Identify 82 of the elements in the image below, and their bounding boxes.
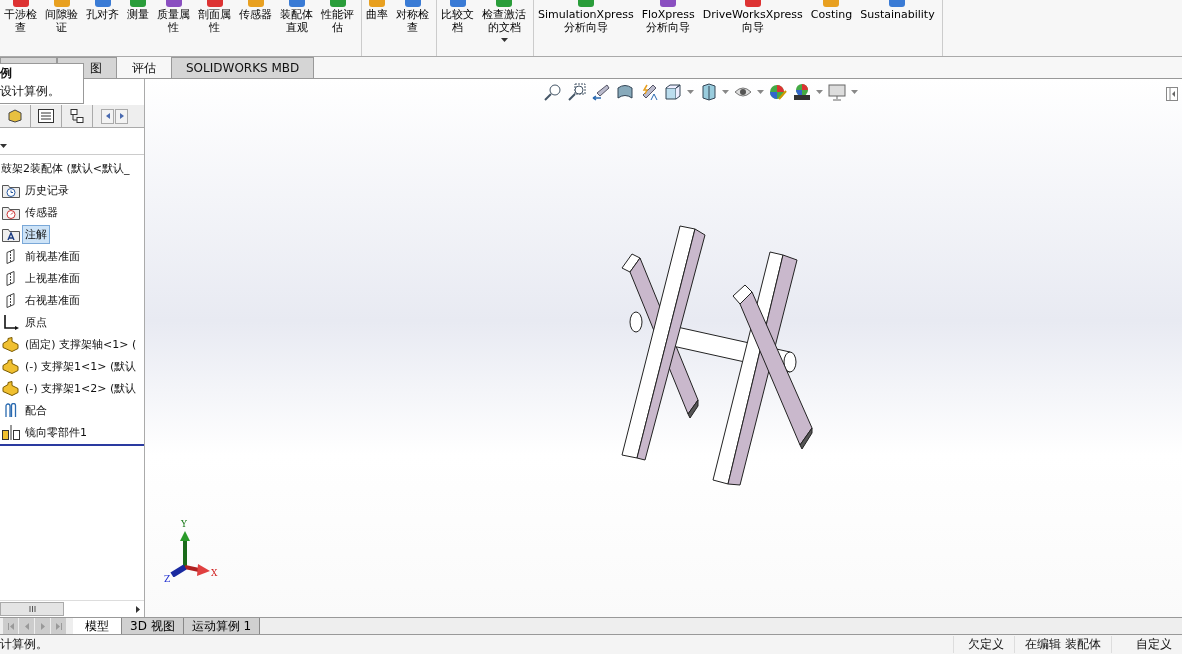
dropdown-arrow-icon[interactable] bbox=[687, 90, 694, 94]
ribbon-button[interactable]: Costing bbox=[806, 0, 857, 56]
section-view-icon[interactable] bbox=[615, 83, 635, 101]
part-icon bbox=[2, 336, 19, 352]
status-field: 自定义 bbox=[1111, 636, 1182, 653]
tree-item[interactable]: 传感器 bbox=[22, 202, 61, 222]
ribbon-button[interactable]: 装配体 直观 bbox=[276, 0, 317, 56]
model-tab[interactable]: 运动算例 1 bbox=[183, 618, 261, 634]
ribbon-button[interactable]: 对称检 查 bbox=[392, 0, 433, 56]
tree-item[interactable]: (-) 支撑架1<1> (默认 bbox=[22, 356, 140, 376]
monitor-icon[interactable] bbox=[827, 83, 847, 101]
scrollbar-thumb[interactable] bbox=[0, 602, 64, 616]
dropdown-arrow-icon[interactable] bbox=[757, 90, 764, 94]
dropdown-arrow-icon[interactable] bbox=[851, 90, 858, 94]
zoom-area-icon[interactable] bbox=[567, 83, 587, 101]
panel-toggle-icon[interactable] bbox=[1166, 87, 1178, 101]
left-arrow-icon bbox=[24, 622, 29, 630]
ribbon-tab[interactable]: SOLIDWORKS MBD bbox=[171, 57, 315, 78]
configuration-icon bbox=[70, 109, 84, 123]
z-axis-label: Z bbox=[164, 574, 171, 584]
ribbon-button[interactable]: 间隙验 证 bbox=[41, 0, 82, 56]
tree-item[interactable]: 历史记录 bbox=[22, 180, 72, 200]
ribbon-button[interactable]: 剖面属 性 bbox=[194, 0, 235, 56]
dropdown-arrow-icon[interactable] bbox=[722, 90, 729, 94]
tooltip-title: 例 bbox=[0, 65, 12, 82]
status-field: 在编辑 装配体 bbox=[1014, 636, 1111, 653]
ribbon-button[interactable]: 传感器 bbox=[235, 0, 276, 56]
ribbon-button[interactable]: SimulationXpress 分析向导 bbox=[534, 0, 638, 56]
tree-item[interactable]: 右视基准面 bbox=[22, 290, 83, 310]
right-arrow-icon bbox=[40, 622, 45, 630]
ribbon-button[interactable]: DriveWorksXpress 向导 bbox=[698, 0, 807, 56]
tree-item[interactable]: 注解 bbox=[22, 224, 50, 244]
tree-item[interactable]: (固定) 支撑架轴<1> ( bbox=[22, 334, 140, 354]
previous-view-icon[interactable] bbox=[591, 83, 611, 101]
tree-item[interactable]: 前视基准面 bbox=[22, 246, 83, 266]
scroll-right-button[interactable] bbox=[115, 108, 128, 124]
right-arrow-icon bbox=[119, 113, 124, 119]
ribbon-button[interactable]: 孔对齐 bbox=[82, 0, 123, 56]
first-arrow-icon bbox=[7, 622, 14, 630]
dropdown-arrow-icon[interactable] bbox=[816, 90, 823, 94]
right-arrow-icon[interactable] bbox=[136, 605, 140, 613]
part-icon bbox=[2, 358, 19, 374]
ribbon-button[interactable]: Sustainability bbox=[856, 0, 939, 56]
assembly-name[interactable]: 鼓架2装配体 (默认<默认_ bbox=[0, 159, 144, 179]
model-tab[interactable]: 模型 bbox=[73, 618, 122, 634]
plane-icon bbox=[6, 292, 15, 308]
status-field: 欠定义 bbox=[953, 636, 1015, 653]
tree-item[interactable]: 配合 bbox=[22, 400, 50, 420]
ribbon-button[interactable]: 干涉检 查 bbox=[0, 0, 41, 56]
ribbon-button[interactable]: FloXpress 分析向导 bbox=[637, 0, 699, 56]
left-arrow-icon bbox=[105, 113, 110, 119]
ribbon-button[interactable]: 检查激活 的文档 bbox=[478, 0, 530, 56]
tree-item[interactable]: 上视基准面 bbox=[22, 268, 83, 288]
grip-icon bbox=[28, 606, 36, 612]
scene-icon[interactable] bbox=[792, 83, 812, 101]
paperclip-icon bbox=[4, 402, 17, 418]
origin-icon bbox=[2, 314, 19, 330]
annotation-folder-icon bbox=[1, 226, 20, 242]
tooltip-text: 设计算例。 bbox=[0, 83, 60, 100]
x-axis-label: X bbox=[211, 568, 218, 578]
last-arrow-icon bbox=[55, 622, 62, 630]
scroll-left-button[interactable] bbox=[101, 108, 114, 124]
zoom-to-fit-icon[interactable] bbox=[543, 83, 563, 101]
ribbon-button[interactable]: 比较文 档 bbox=[437, 0, 478, 56]
tree-item[interactable]: 原点 bbox=[22, 312, 50, 332]
ribbon-button[interactable]: 性能评 估 bbox=[317, 0, 358, 56]
ribbon-button[interactable]: 曲率 bbox=[362, 0, 392, 56]
plane-icon bbox=[6, 248, 15, 264]
caret-icon bbox=[0, 144, 7, 148]
appearance-icon[interactable] bbox=[768, 83, 788, 101]
model-tab[interactable]: 3D 视图 bbox=[122, 618, 184, 634]
list-icon bbox=[38, 109, 54, 123]
view-orientation-icon[interactable] bbox=[663, 83, 683, 101]
part-icon bbox=[2, 380, 19, 396]
plane-icon bbox=[6, 270, 15, 286]
status-message: 计算例。 bbox=[0, 636, 49, 653]
tree-item[interactable]: 镜向零部件1 bbox=[22, 422, 90, 442]
cube-icon bbox=[8, 109, 22, 123]
ribbon-button[interactable]: 质量属 性 bbox=[153, 0, 194, 56]
y-axis-label: Y bbox=[181, 519, 187, 529]
ribbon-button[interactable]: 测量 bbox=[123, 0, 153, 56]
tree-item[interactable]: (-) 支撑架1<2> (默认 bbox=[22, 378, 140, 398]
